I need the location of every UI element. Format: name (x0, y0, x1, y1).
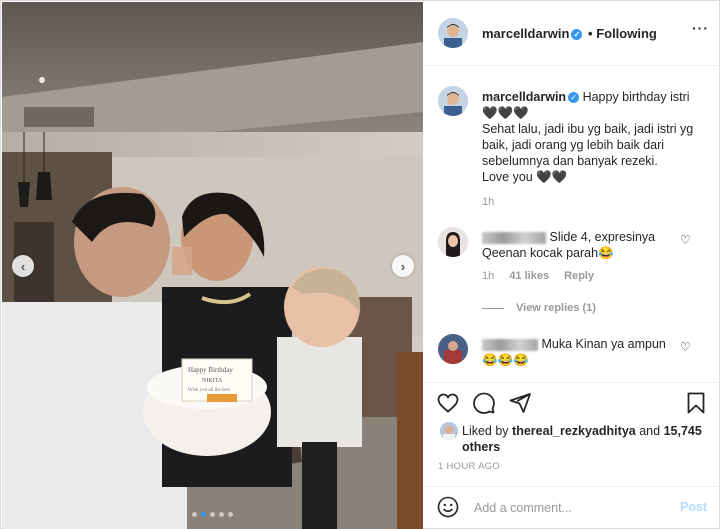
chevron-left-icon: ‹ (20, 258, 26, 274)
comment-text: Slide 4, expresinya Qeenan kocak parah😂 (482, 230, 656, 260)
post-timestamp[interactable]: 1 HOUR AGO (438, 461, 500, 472)
caption-body: Sehat lalu, jadi ibu yg baik, jadi istri… (482, 122, 694, 168)
blurred-username[interactable] (482, 231, 546, 244)
author-avatar[interactable] (438, 18, 468, 48)
post-header: marcelldarwin ✓ • Following ··· (424, 2, 720, 66)
caption-time[interactable]: 1h (482, 196, 494, 208)
verified-badge-icon: ✓ (571, 29, 583, 41)
likes-summary: Liked by thereal_rezkyadhitya and 15,745… (462, 423, 702, 455)
share-paper-plane-icon[interactable] (508, 391, 532, 415)
likes-prefix: Liked by (462, 424, 509, 438)
post-caption: marcelldarwin ✓ Happy birthday istri 🖤🖤🖤 … (482, 89, 708, 185)
comment-reply-button[interactable]: Reply (564, 270, 594, 282)
blurred-username[interactable] (482, 338, 538, 351)
caption-username[interactable]: marcelldarwin (482, 90, 566, 104)
comment-time[interactable]: 1h (482, 270, 494, 282)
separator-dot: • (588, 26, 593, 41)
view-replies-line (482, 307, 504, 309)
caption-line1: Happy birthday istri (582, 90, 690, 104)
cake-card-name: NIKITA (202, 378, 223, 384)
carousel-dot (228, 512, 233, 517)
post-photo[interactable]: Happy Birthday NIKITA Wish you all the b… (2, 2, 423, 529)
add-comment-bar: Post (424, 486, 720, 529)
like-heart-icon[interactable] (436, 391, 460, 415)
post-actions: Liked by thereal_rezkyadhitya and 15,745… (424, 382, 720, 486)
carousel-dot (210, 512, 215, 517)
view-replies-button[interactable]: View replies (1) (482, 302, 596, 314)
caption-hearts: 🖤🖤🖤 (482, 106, 529, 120)
comment-input[interactable] (474, 498, 664, 518)
liker-username[interactable]: thereal_rezkyadhitya (512, 424, 636, 438)
carousel-dot (219, 512, 224, 517)
comment-likes[interactable]: 41 likes (509, 270, 549, 282)
commenter-avatar[interactable] (438, 334, 468, 364)
post-side-panel: marcelldarwin ✓ • Following ··· marcellda… (424, 2, 720, 529)
following-status-button[interactable]: • Following (588, 26, 657, 41)
emoji-smiley-icon[interactable] (436, 495, 460, 519)
carousel-dot (192, 512, 197, 517)
caption-author-avatar[interactable] (438, 86, 468, 116)
like-comment-heart-icon[interactable]: ♡ (680, 340, 691, 354)
following-label: Following (596, 26, 657, 41)
verified-badge-icon: ✓ (568, 92, 580, 104)
likes-middle: and (639, 424, 661, 438)
more-options-icon[interactable]: ··· (692, 20, 709, 36)
liker-avatar[interactable] (440, 422, 458, 440)
comment-bubble-icon[interactable] (472, 391, 496, 415)
photo-illustration: Happy Birthday NIKITA Wish you all the b… (2, 2, 423, 529)
cake-card-text: Happy Birthday (188, 366, 233, 374)
carousel-dot-active (201, 512, 206, 517)
comment-meta: 1h 41 likes Reply (482, 270, 606, 282)
carousel-prev-button[interactable]: ‹ (12, 255, 34, 277)
carousel-dots (192, 512, 233, 517)
carousel-next-button[interactable]: › (392, 255, 414, 277)
caption-love: Love you 🖤🖤 (482, 170, 568, 184)
chevron-right-icon: › (400, 258, 406, 274)
cake-card-sub: Wish you all the best (188, 388, 231, 393)
instagram-post: Happy Birthday NIKITA Wish you all the b… (0, 0, 720, 529)
comment-text: Muka Kinan ya ampun 😂😂😂 (482, 337, 666, 367)
like-comment-heart-icon[interactable]: ♡ (680, 233, 691, 247)
save-bookmark-icon[interactable] (684, 391, 708, 415)
author-username[interactable]: marcelldarwin ✓ (482, 26, 583, 41)
post-comment-button[interactable]: Post (680, 500, 707, 514)
commenter-avatar[interactable] (438, 227, 468, 257)
comments-section: marcelldarwin ✓ Happy birthday istri 🖤🖤🖤 … (424, 66, 720, 382)
